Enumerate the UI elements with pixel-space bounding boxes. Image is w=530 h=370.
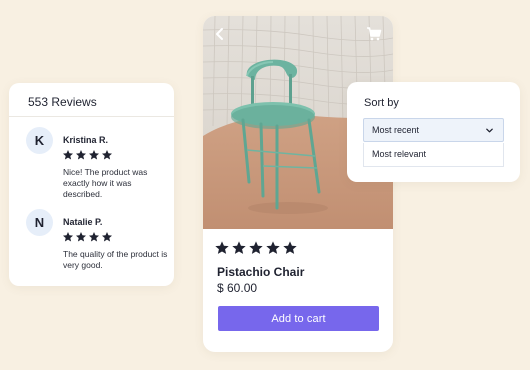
sort-option-most-relevant[interactable]: Most relevant bbox=[363, 143, 504, 167]
review-stars bbox=[62, 231, 113, 243]
star-icon bbox=[102, 232, 112, 242]
reviewer-name: Kristina R. bbox=[63, 135, 109, 145]
product-name: Pistachio Chair bbox=[217, 265, 305, 279]
star-icon bbox=[76, 232, 86, 242]
cart-icon[interactable] bbox=[366, 26, 382, 42]
star-icon bbox=[76, 150, 86, 160]
star-icon bbox=[232, 241, 246, 254]
sort-label: Sort by bbox=[364, 97, 399, 109]
reviewer-name: Natalie P. bbox=[63, 217, 103, 227]
star-icon bbox=[215, 241, 229, 254]
review-text: The quality of the product is very good. bbox=[63, 249, 168, 270]
sort-select[interactable]: Most recent bbox=[363, 118, 504, 142]
star-icon bbox=[249, 241, 263, 254]
divider bbox=[9, 116, 174, 117]
chevron-left-icon[interactable] bbox=[212, 26, 228, 42]
review-stars bbox=[62, 149, 113, 161]
product-price: $ 60.00 bbox=[217, 281, 258, 295]
star-icon bbox=[89, 150, 99, 160]
avatar: N bbox=[26, 209, 53, 236]
star-icon bbox=[102, 150, 112, 160]
product-rating bbox=[214, 240, 298, 256]
sort-card: Sort by Most recent Most relevant bbox=[347, 82, 520, 182]
sort-option-label: Most relevant bbox=[372, 149, 427, 159]
add-to-cart-button[interactable]: Add to cart bbox=[218, 306, 379, 331]
reviews-title: 553 Reviews bbox=[28, 95, 97, 109]
star-icon bbox=[266, 241, 280, 254]
product-card: Pistachio Chair $ 60.00 Add to cart bbox=[203, 16, 393, 352]
star-icon bbox=[89, 232, 99, 242]
review-text: Nice! The product was exactly how it was… bbox=[63, 167, 148, 199]
star-icon bbox=[283, 241, 297, 254]
avatar: K bbox=[26, 127, 53, 154]
reviews-card: 553 Reviews K Kristina R. Nice! The prod… bbox=[9, 83, 174, 286]
chevron-down-icon bbox=[486, 128, 493, 133]
star-icon bbox=[63, 232, 73, 242]
star-icon bbox=[63, 150, 73, 160]
sort-selected-value: Most recent bbox=[372, 125, 420, 135]
